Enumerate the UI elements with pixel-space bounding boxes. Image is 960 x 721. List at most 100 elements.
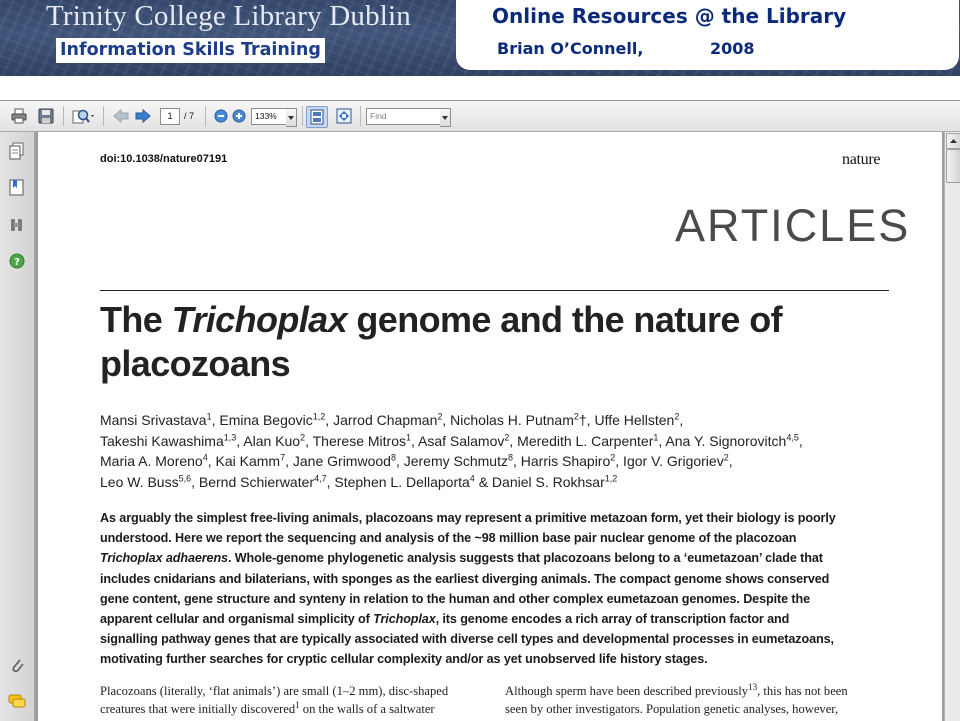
text-run: Mansi Srivastava: [100, 412, 207, 428]
arrow-left-icon: [113, 108, 129, 124]
text-run: signalling pathway genes that are typica…: [100, 632, 834, 647]
text-run: Although sperm have been described previ…: [505, 684, 749, 698]
text-line: gene content, gene structure and synteny…: [100, 589, 930, 609]
journal-name: nature: [842, 151, 881, 168]
zoom-level-input[interactable]: 133%: [251, 108, 290, 125]
document-area: doi:10.1038/nature07191 nature ARTICLES …: [35, 132, 944, 721]
page-number-input[interactable]: 1: [160, 108, 180, 125]
pdf-viewer: 1 / 7 133% Find ? doi:10.1038/nature0719…: [0, 100, 960, 721]
zoom-in-button[interactable]: [230, 107, 248, 125]
print-icon: [11, 108, 27, 124]
comments-panel-button[interactable]: [8, 692, 26, 710]
signatures-panel-button[interactable]: [8, 216, 26, 234]
banner-title: Trinity College Library Dublin: [46, 0, 411, 32]
help-icon: ?: [9, 253, 25, 269]
title-italic-part: Trichoplax: [171, 299, 348, 340]
save-button[interactable]: [37, 107, 55, 125]
text-run: ,: [798, 432, 803, 449]
next-page-button[interactable]: [134, 107, 152, 125]
text-run: As arguably the simplest free-living ani…: [100, 511, 836, 525]
pages-icon: [9, 142, 24, 160]
attachments-panel-button[interactable]: [8, 656, 26, 674]
text-line: As arguably the simplest free-living ani…: [100, 508, 930, 528]
text-run: , Nicholas H. Putnam: [442, 412, 574, 428]
text-line: Trichoplax adhaerens. Whole-genome phylo…: [100, 548, 930, 568]
text-run: , Harris Shapiro: [513, 453, 611, 469]
text-line: Leo W. Buss5,6, Bernd Schierwater4,7, St…: [100, 472, 930, 493]
zoom-in-icon: [232, 109, 246, 123]
superscript: 1,3: [223, 431, 237, 442]
text-run: & Daniel S. Rokhsar: [474, 473, 605, 490]
previous-page-button[interactable]: [112, 107, 130, 125]
text-run: †, Uffe Hellsten: [578, 412, 675, 428]
body-column-right: Although sperm have been described previ…: [505, 682, 893, 718]
text-line: understood. Here we report the sequencin…: [100, 528, 930, 548]
search-tool-button[interactable]: [71, 107, 95, 125]
text-run: on the walls of a saltwater: [299, 702, 435, 716]
find-dropdown-button[interactable]: [440, 108, 451, 127]
pages-panel-button[interactable]: [8, 142, 26, 160]
title-part: placozoans: [100, 343, 291, 384]
title-part: The: [100, 299, 172, 340]
text-line: motivating further searches for cryptic …: [100, 649, 930, 669]
text-line: apparent cellular and organismal simplic…: [100, 609, 930, 629]
scroll-up-button[interactable]: [946, 133, 960, 149]
scroll-thumb[interactable]: [946, 149, 960, 183]
course-title: Online Resources @ the Library: [492, 4, 847, 28]
chevron-down-icon: [288, 115, 294, 120]
article-doi: doi:10.1038/nature07191: [100, 153, 228, 165]
text-run: , Kai Kamm: [207, 453, 281, 469]
bookmarks-panel-button[interactable]: [8, 178, 26, 196]
text-run: , Jeremy Schmutz: [395, 453, 508, 469]
fit-page-button[interactable]: [306, 106, 328, 128]
bookmarks-icon: [9, 179, 24, 196]
zoom-out-button[interactable]: [212, 107, 230, 125]
superscript: 5,6: [178, 472, 192, 483]
text-line: signalling pathway genes that are typica…: [100, 629, 930, 649]
print-button[interactable]: [10, 107, 28, 125]
signatures-icon: [11, 219, 22, 231]
section-heading: ARTICLES: [675, 200, 911, 251]
text-line: Takeshi Kawashima1,3, Alan Kuo2, Therese…: [100, 431, 930, 452]
text-run: , Alan Kuo: [236, 432, 301, 449]
course-info-panel: Online Resources @ the Library Brian O’C…: [456, 0, 959, 70]
help-button[interactable]: ?: [8, 252, 26, 270]
banner-subtitle: Information Skills Training: [56, 38, 325, 63]
text-run: , its genome encodes a rich array of tra…: [435, 612, 790, 627]
text-run: Maria A. Moreno: [100, 453, 203, 469]
text-run: , Bernd Schierwater: [191, 473, 315, 490]
text-run: understood. Here we report the sequencin…: [100, 531, 797, 546]
text-run: , this has not been: [757, 684, 848, 698]
chevron-down-icon: [442, 115, 448, 120]
text-run: , Meredith L. Carpenter: [509, 432, 654, 449]
fit-width-button[interactable]: [335, 107, 353, 125]
vertical-scrollbar[interactable]: [944, 132, 960, 721]
zoom-dropdown-button[interactable]: [286, 108, 297, 127]
text-run: ,: [679, 412, 684, 428]
text-run: , Therese Mitros: [305, 432, 406, 449]
text-line: seen by other investigators. Population …: [505, 700, 893, 718]
floppy-disk-icon: [38, 108, 54, 124]
author-list: Mansi Srivastava1, Emina Begovic1,2, Jar…: [100, 410, 930, 492]
navigation-panel: ?: [0, 132, 35, 721]
svg-text:?: ?: [14, 257, 20, 268]
text-line: Maria A. Moreno4, Kai Kamm7, Jane Grimwo…: [100, 451, 930, 472]
article-title: The Trichoplax genome and the nature of …: [100, 298, 920, 386]
text-run: , Emina Begovic: [211, 412, 313, 428]
viewer-toolbar: 1 / 7 133% Find: [0, 101, 960, 132]
text-run: . Whole-genome phylogenetic analysis sug…: [227, 551, 823, 566]
pdf-page: doi:10.1038/nature07191 nature ARTICLES …: [38, 132, 942, 721]
text-run: gene content, gene structure and synteny…: [100, 591, 810, 606]
text-run: , Jarrod Chapman: [325, 412, 438, 428]
body-column-left: Placozoans (literally, ‘flat animals’) a…: [100, 682, 488, 718]
text-run: includes cnidarians and bilaterians, wit…: [100, 571, 830, 586]
fit-page-icon: [310, 109, 324, 125]
superscript: 13: [748, 681, 758, 692]
title-rule: [100, 290, 889, 291]
text-run: , Asaf Salamov: [411, 432, 505, 449]
text-run: , Ana Y. Signorovitch: [658, 432, 787, 449]
italic-text: Trichoplax: [373, 612, 436, 627]
toolbar-separator: [302, 106, 303, 126]
find-input[interactable]: Find: [366, 108, 441, 125]
superscript: 4,5: [786, 431, 799, 442]
